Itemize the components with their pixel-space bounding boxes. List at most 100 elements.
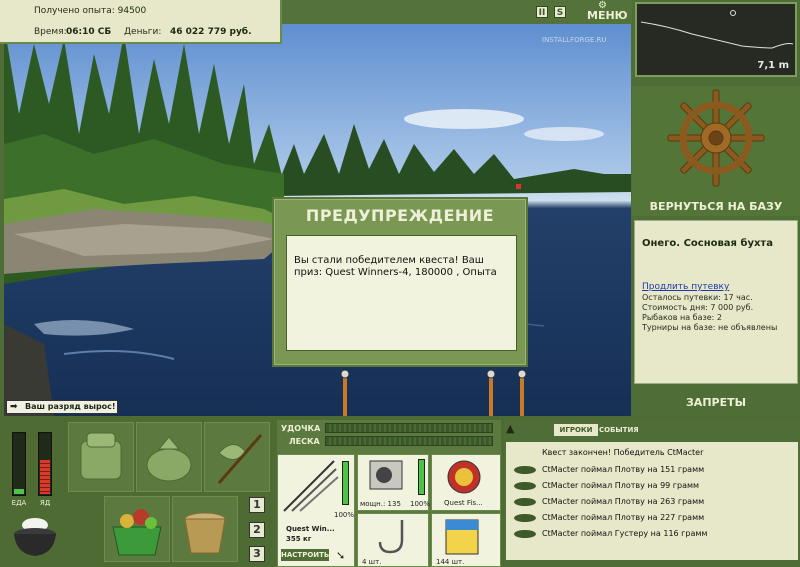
poison-meter: [38, 432, 52, 496]
line-gauge: [325, 436, 493, 446]
fishing-line-icon: [447, 460, 481, 494]
time-value: 06:10 СБ: [66, 27, 112, 37]
depth-value: 7,1 m: [757, 60, 789, 71]
cauldron-icon[interactable]: [10, 512, 60, 560]
feed-text: CtMacter поймал Плотву на 227 грамм: [542, 513, 705, 522]
game-screen: INSTALLFORGE.RU Получено опыта: 94500 Вр…: [0, 0, 800, 567]
arrow-right-icon: ➡: [10, 402, 18, 412]
ship-wheel-icon[interactable]: [632, 86, 800, 196]
hook-icon: [378, 520, 404, 554]
feed-header-row: Квест закончен! Победитель CtMacter: [506, 445, 798, 460]
arrow-down-right-icon: ➘: [336, 549, 346, 562]
basket-icon: [112, 509, 162, 556]
feed-header-text: Квест закончен! Победитель CtMacter: [542, 448, 704, 457]
base-name: Онего. Сосновая бухта: [642, 238, 773, 249]
watermark: INSTALLFORGE.RU: [542, 36, 607, 44]
line-name: Quest Fis...: [444, 499, 483, 507]
item-slot-net[interactable]: [204, 422, 270, 492]
list-item: CtMacter поймал Плотву на 99 грамм: [506, 478, 798, 493]
money-label: Деньги:: [124, 27, 162, 37]
experience-value: 94500: [117, 6, 147, 16]
poison-meter-fill: [40, 460, 50, 494]
reel-caption: мощн.: 135: [360, 500, 401, 508]
tackle-panel: УДОЧКА ЛЕСКА 100% Quest Win... 355 кг НА…: [277, 420, 501, 567]
page-button-1[interactable]: 1: [249, 497, 265, 513]
rod-gauge-label: УДОЧКА: [281, 424, 321, 433]
bag-icon: [146, 436, 192, 482]
list-item: CtMacter поймал Плотву на 151 грамм: [506, 462, 798, 477]
reel-slot[interactable]: мощн.: 135 100%: [357, 454, 431, 511]
item-slot-basket[interactable]: [104, 496, 170, 562]
poison-label: ЯД: [39, 499, 51, 507]
food-meter: [12, 432, 26, 496]
bucket-icon: [184, 512, 226, 554]
fish-icon: [514, 514, 536, 522]
bait-count: 144 шт.: [436, 558, 465, 566]
item-slot-backpack[interactable]: [68, 422, 134, 492]
feed-text: CtMacter поймал Густеру на 116 грамм: [542, 529, 708, 538]
fish-icon: [514, 466, 536, 474]
feed-text: CtMacter поймал Плотву на 99 грамм: [542, 481, 700, 490]
item-slot-bucket[interactable]: [172, 496, 238, 562]
warning-dialog: ПРЕДУПРЕЖДЕНИЕ Вы стали победителем квес…: [272, 197, 528, 367]
return-to-base-button[interactable]: ВЕРНУТЬСЯ НА БАЗУ: [632, 196, 800, 218]
feed-list: Квест закончен! Победитель CtMacter CtMa…: [506, 442, 798, 560]
anglers-at-base: Рыбаков на базе: 2: [642, 313, 722, 322]
rod-slot[interactable]: 100% Quest Win... 355 кг НАСТРОИТЬ ➘: [277, 454, 355, 567]
net-icon: [217, 434, 263, 484]
rank-up-notice[interactable]: ➡ Ваш разряд вырос!: [6, 400, 118, 414]
reel-durability-bar: [418, 459, 425, 495]
hook-slot[interactable]: 4 шт.: [357, 513, 429, 567]
triangle-icon: ▲: [506, 422, 515, 435]
bans-button[interactable]: ЗАПРЕТЫ: [632, 392, 800, 414]
top-strip: II S: [282, 0, 632, 24]
event-feed: ▲ ИГРОКИ СОБЫТИЯ Квест закончен! Победит…: [504, 420, 800, 567]
hook-count: 4 шт.: [362, 558, 382, 566]
fishing-rod-icon: [283, 460, 339, 512]
feed-tabs: ▲ ИГРОКИ СОБЫТИЯ: [504, 420, 800, 442]
dialog-message: Вы стали победителем квеста! Ваш приз: Q…: [286, 235, 517, 351]
tab-events[interactable]: СОБЫТИЯ: [599, 424, 639, 436]
experience-row: Получено опыта: 94500: [34, 6, 146, 16]
rod-percent: 100%: [334, 511, 355, 519]
list-item: CtMacter поймал Густеру на 116 грамм: [506, 526, 798, 541]
page-button-2[interactable]: 2: [249, 522, 265, 538]
line-slot[interactable]: Quest Fis...: [431, 454, 501, 511]
rod-name: Quest Win...: [286, 525, 335, 533]
time-label: Время:: [34, 27, 67, 37]
page-button-3[interactable]: 3: [249, 546, 265, 562]
tab-players[interactable]: ИГРОКИ: [554, 424, 598, 436]
list-item: CtMacter поймал Плотву на 263 грамм: [506, 494, 798, 509]
dialog-title: ПРЕДУПРЕЖДЕНИЕ: [305, 206, 495, 225]
permit-remaining: Осталось путевки: 17 час.: [642, 293, 753, 302]
setup-button[interactable]: НАСТРОИТЬ: [281, 549, 329, 561]
food-meter-fill: [14, 489, 24, 494]
fish-icon: [514, 498, 536, 506]
backpack-icon: [80, 432, 122, 480]
bait-slot[interactable]: 144 шт.: [431, 513, 501, 567]
feed-text: CtMacter поймал Плотву на 151 грамм: [542, 465, 705, 474]
bait-icon: [445, 519, 479, 555]
day-cost: Стоимость дня: 7 000 руб.: [642, 303, 754, 312]
base-info-panel: Онего. Сосновая бухта Продлить путевку О…: [634, 220, 798, 384]
menu-button[interactable]: ⚙ МЕНЮ: [585, 0, 628, 23]
experience-label: Получено опыта:: [34, 6, 115, 16]
pause-button[interactable]: II: [536, 6, 548, 18]
depth-graph: 7,1 m: [635, 2, 797, 77]
line-gauge-label: ЛЕСКА: [289, 437, 320, 446]
fish-icon: [514, 530, 536, 538]
extend-permit-link[interactable]: Продлить путевку: [642, 282, 790, 292]
reel-icon: [369, 460, 403, 490]
sound-button[interactable]: S: [554, 6, 566, 18]
player-info-panel: Получено опыта: 94500 Время: 06:10 СБ Де…: [0, 0, 282, 44]
rod-durability-bar: [342, 461, 349, 505]
reel-percent: 100%: [410, 500, 431, 508]
item-slot-bag[interactable]: [136, 422, 202, 492]
menu-label: МЕНЮ: [587, 9, 628, 22]
rank-notice-text: Ваш разряд вырос!: [25, 402, 116, 411]
money-value: 46 022 779 руб.: [170, 27, 252, 37]
feed-text: CtMacter поймал Плотву на 263 грамм: [542, 497, 705, 506]
fish-icon: [514, 482, 536, 490]
rod-gauge: [325, 423, 493, 433]
tournaments-at-base: Турниры на базе: не объявлены: [642, 323, 778, 332]
